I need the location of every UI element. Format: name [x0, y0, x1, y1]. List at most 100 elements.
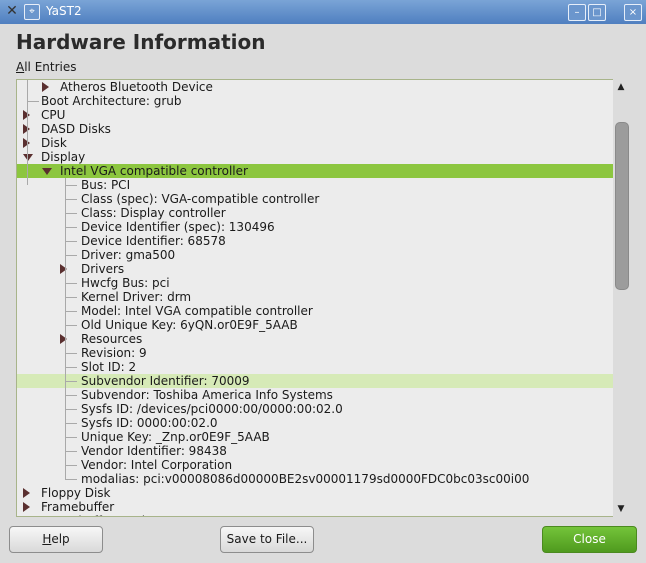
tree-node[interactable]: Resources: [17, 332, 614, 346]
tree-connector: [65, 409, 77, 410]
tree-leaf-item[interactable]: Slot ID: 2: [17, 360, 614, 374]
tree-connector: [65, 423, 77, 424]
tree-node[interactable]: Disk: [17, 136, 614, 150]
tree-leaf-item[interactable]: Vendor Identifier: 98438: [17, 444, 614, 458]
x-icon[interactable]: ✕: [4, 3, 20, 19]
tree-item-label: DASD Disks: [41, 122, 111, 136]
help-mnemonic: H: [42, 532, 52, 546]
tree-leaf-item[interactable]: Device Identifier (spec): 130496: [17, 220, 614, 234]
tree-item-label: Revision: 9: [81, 346, 147, 360]
tree-connector: [65, 451, 77, 452]
tree-item-label: Boot Architecture: grub: [41, 94, 182, 108]
tree-leaf-item[interactable]: Unique Key: _Znp.or0E9F_5AAB: [17, 430, 614, 444]
tree-item-label: Subvendor Identifier: 70009: [81, 374, 250, 388]
tree-label: All Entries: [16, 60, 77, 74]
tree-item-label: Atheros Bluetooth Device: [60, 80, 213, 94]
tree-item-label: Device Identifier (spec): 130496: [81, 220, 275, 234]
tree-leaf-item[interactable]: Subvendor: Toshiba America Info Systems: [17, 388, 614, 402]
tree-node[interactable]: Intel VGA compatible controller: [17, 164, 614, 178]
expand-arrow-icon[interactable]: [23, 488, 30, 498]
tree-item-label: Class (spec): VGA-compatible controller: [81, 192, 320, 206]
hardware-tree[interactable]: Atheros Bluetooth Device Boot Architectur…: [16, 79, 615, 517]
tree-leaf-item[interactable]: modalias: pci:v00008086d00000BE2sv000011…: [17, 472, 614, 486]
tree-item-label: Vendor Identifier: 98438: [81, 444, 227, 458]
tree-node[interactable]: DASD Disks: [17, 122, 614, 136]
tree-item-label: Sysfs ID: /devices/pci0000:00/0000:00:02…: [81, 402, 343, 416]
tree-item-label: Vendor: Intel Corporation: [81, 458, 233, 472]
tree-guide-line: [27, 80, 28, 185]
tree-connector: [65, 297, 77, 298]
tree-node[interactable]: Drivers: [17, 262, 614, 276]
tree-connector: [65, 283, 77, 284]
tree-item-label: Sysfs ID: 0000:00:02.0: [81, 416, 218, 430]
tree-item-label: Framebuffer Devices: [41, 514, 165, 516]
tree-leaf-item[interactable]: Model: Intel VGA compatible controller: [17, 304, 614, 318]
tree-item-label: Device Identifier: 68578: [81, 234, 226, 248]
close-window-button[interactable]: ×: [624, 4, 642, 21]
tree-connector: [65, 437, 77, 438]
close-button[interactable]: Close: [542, 526, 637, 553]
expand-arrow-icon[interactable]: [23, 516, 30, 517]
tree-connector: [65, 325, 77, 326]
tree-connector: [65, 381, 77, 382]
tree-node[interactable]: Display: [17, 150, 614, 164]
tree-leaf-item[interactable]: Class: Display controller: [17, 206, 614, 220]
tree-item-label: Old Unique Key: 6yQN.or0E9F_5AAB: [81, 318, 298, 332]
tree-leaf-item[interactable]: Kernel Driver: drm: [17, 290, 614, 304]
tree-connector: [65, 311, 77, 312]
tree-item-label: Class: Display controller: [81, 206, 226, 220]
title-bar: ✕ ⌖ YaST2 – □ ×: [0, 0, 646, 24]
tree-leaf-item[interactable]: Subvendor Identifier: 70009: [17, 374, 614, 388]
tree-label-rest: ll Entries: [24, 60, 77, 74]
tree-connector: [65, 213, 77, 214]
tree-item-label: Resources: [81, 332, 143, 346]
maximize-button[interactable]: □: [588, 4, 606, 21]
tree-leaf-item[interactable]: Driver: gma500: [17, 248, 614, 262]
window-title: YaST2: [46, 4, 82, 18]
tree-item-label: Subvendor: Toshiba America Info Systems: [81, 388, 333, 402]
tree-connector: [65, 241, 77, 242]
tree-leaf-item[interactable]: Device Identifier: 68578: [17, 234, 614, 248]
tree-item-label: Driver: gma500: [81, 248, 176, 262]
tree-leaf-item[interactable]: Old Unique Key: 6yQN.or0E9F_5AAB: [17, 318, 614, 332]
tree-leaf-item[interactable]: Class (spec): VGA-compatible controller: [17, 192, 614, 206]
help-label-rest: elp: [51, 532, 70, 546]
help-button[interactable]: Help: [9, 526, 103, 553]
tree-connector: [65, 479, 77, 480]
tree-leaf-item[interactable]: Revision: 9: [17, 346, 614, 360]
pin-icon[interactable]: ⌖: [24, 4, 40, 20]
tree-item-label: Drivers: [81, 262, 125, 276]
tree-leaf-item[interactable]: Sysfs ID: 0000:00:02.0: [17, 416, 614, 430]
tree-node[interactable]: Framebuffer: [17, 500, 614, 514]
tree-leaf-item[interactable]: Sysfs ID: /devices/pci0000:00/0000:00:02…: [17, 402, 614, 416]
tree-item-label: Unique Key: _Znp.or0E9F_5AAB: [81, 430, 270, 444]
tree-node[interactable]: Atheros Bluetooth Device: [17, 80, 614, 94]
tree-node[interactable]: CPU: [17, 108, 614, 122]
tree-leaf-item[interactable]: Vendor: Intel Corporation: [17, 458, 614, 472]
collapse-arrow-icon[interactable]: [23, 154, 33, 161]
scroll-thumb[interactable]: [615, 122, 629, 290]
tree-item-label: Intel VGA compatible controller: [60, 164, 248, 178]
tree-connector: [65, 185, 77, 186]
tree-item-label: Kernel Driver: drm: [81, 290, 192, 304]
expand-arrow-icon[interactable]: [23, 502, 30, 512]
tree-leaf-item[interactable]: Bus: PCI: [17, 178, 614, 192]
tree-leaf-item[interactable]: Hwcfg Bus: pci: [17, 276, 614, 290]
collapse-arrow-icon[interactable]: [42, 168, 52, 175]
page-title: Hardware Information: [16, 30, 266, 54]
tree-node[interactable]: Framebuffer Devices: [17, 514, 614, 517]
minimize-button[interactable]: –: [568, 4, 586, 21]
tree-node[interactable]: Floppy Disk: [17, 486, 614, 500]
tree-leaf-item[interactable]: Boot Architecture: grub: [17, 94, 614, 108]
tree-item-label: CPU: [41, 108, 66, 122]
scroll-up-arrow[interactable]: ▲: [613, 80, 629, 94]
tree-connector: [65, 199, 77, 200]
expand-arrow-icon[interactable]: [42, 82, 49, 92]
tree-connector: [65, 255, 77, 256]
save-to-file-button[interactable]: Save to File...: [220, 526, 314, 553]
tree-connector: [65, 227, 77, 228]
tree-label-mnemonic: A: [16, 60, 25, 74]
scroll-down-arrow[interactable]: ▼: [613, 502, 629, 516]
tree-item-label: Framebuffer: [41, 500, 115, 514]
tree-item-label: Bus: PCI: [81, 178, 131, 192]
